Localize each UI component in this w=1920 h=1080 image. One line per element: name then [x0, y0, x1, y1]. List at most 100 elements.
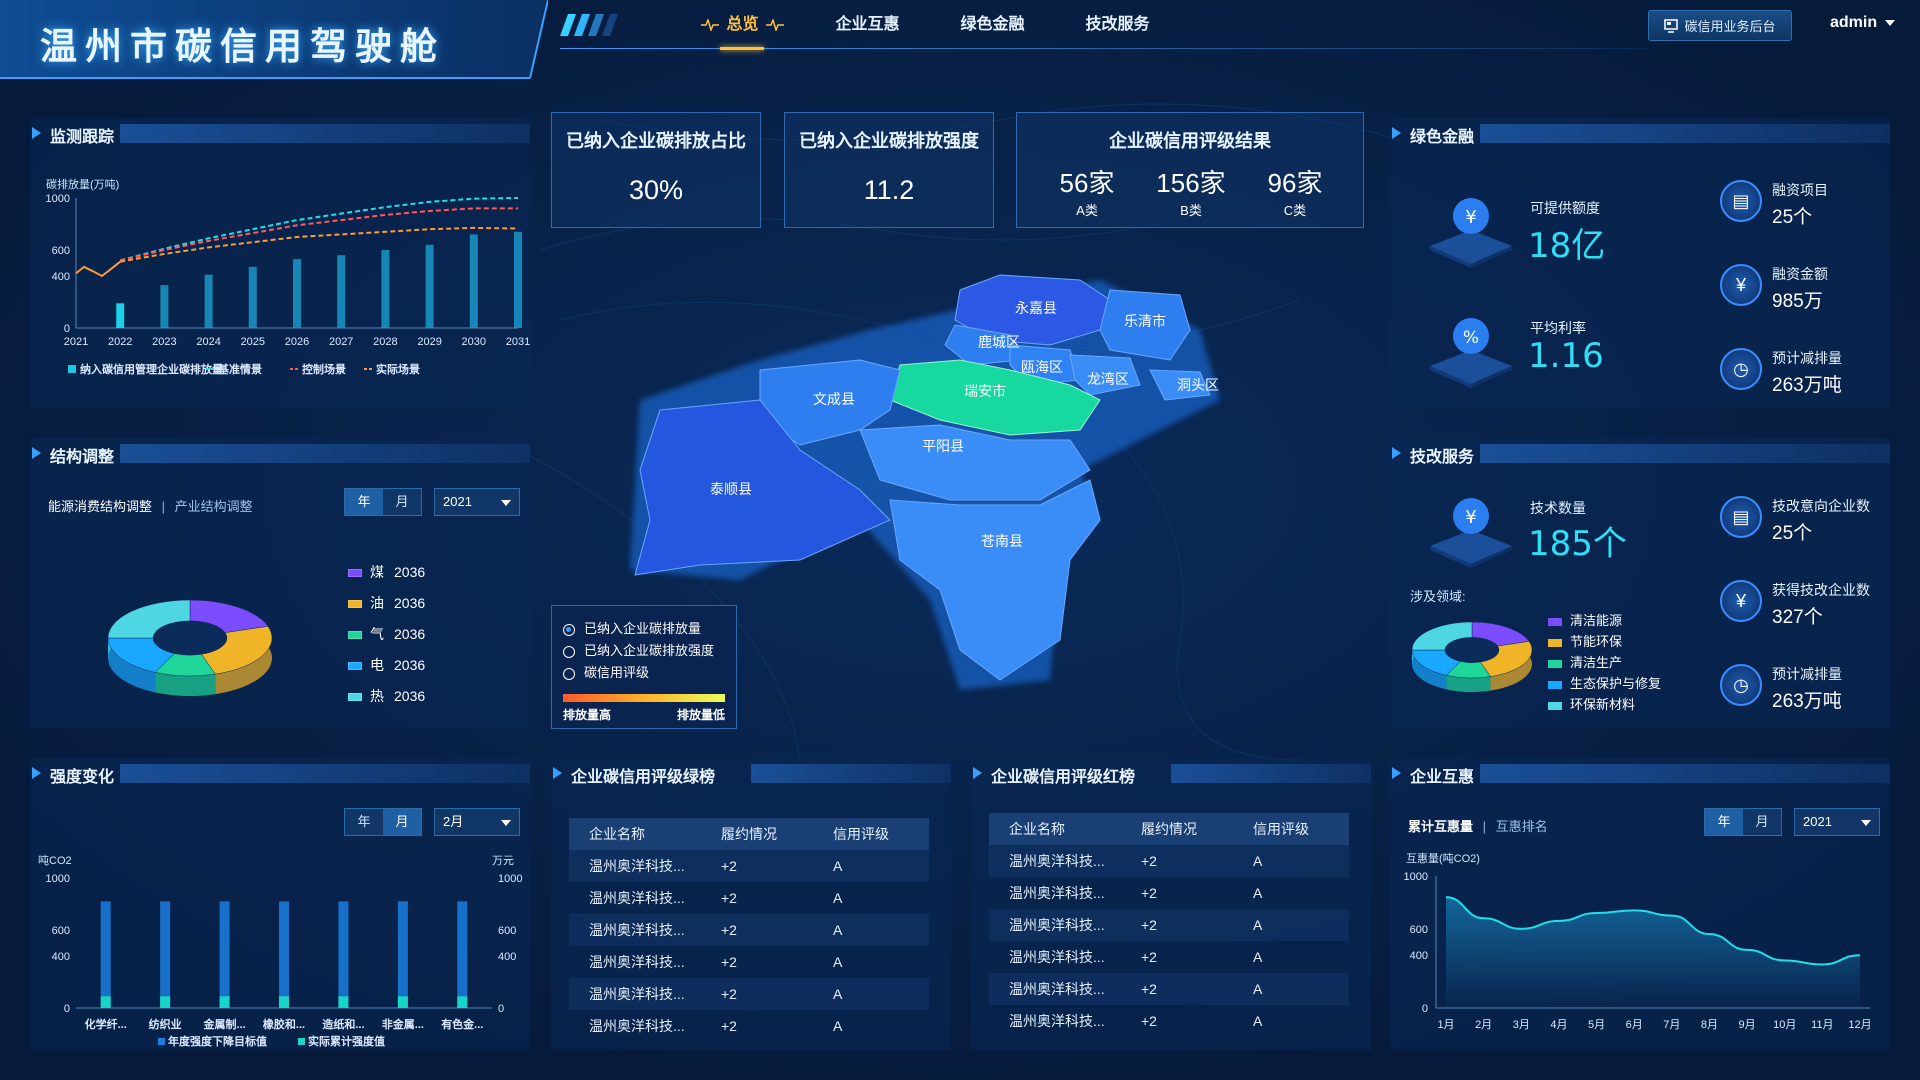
nav-tab-overview[interactable]: 总览 — [680, 0, 805, 50]
map-label: 乐清市 — [1124, 313, 1166, 329]
stat-value: 11.2 — [863, 175, 915, 205]
x-tick-label: 化学纤... — [85, 1017, 127, 1031]
y-tick-label: 0 — [1422, 1003, 1428, 1015]
document-icon: ▤ — [1720, 180, 1762, 222]
panel-title: 企业碳信用评级绿榜 — [571, 769, 716, 786]
legend-label: 年度强度下降目标值 — [168, 1034, 267, 1048]
legend-label: 油 — [370, 595, 384, 611]
tab-industry-structure[interactable]: 产业结构调整 — [175, 499, 253, 514]
toggle-month[interactable]: 月 — [383, 809, 421, 835]
legend-option-label: 已纳入企业碳排放量 — [584, 621, 702, 636]
tab-cumulative[interactable]: 累计互惠量 — [1408, 819, 1473, 834]
toggle-month[interactable]: 月 — [1743, 809, 1781, 835]
red-list-table: 企业名称 履约情况 信用评级 温州奥洋科技... +2 A 温州奥洋科技... +2 A 温… — [989, 813, 1349, 1037]
x-tick-label: 12月 — [1848, 1019, 1871, 1031]
table-row[interactable]: 温州奥洋科技... +2 A — [569, 978, 929, 1010]
emission-bar — [116, 303, 125, 328]
target-bar — [219, 901, 230, 1008]
year-select[interactable]: 2021 — [434, 488, 520, 516]
x-tick-label: 10月 — [1773, 1019, 1796, 1031]
user-menu[interactable]: admin — [1830, 14, 1896, 32]
toggle-year[interactable]: 年 — [345, 489, 383, 515]
x-tick-label: 9月 — [1739, 1019, 1756, 1031]
credit-rating: A — [1253, 917, 1263, 933]
table-row[interactable]: 温州奥洋科技... +2 A — [989, 973, 1349, 1005]
amount-label: 融资金额 — [1772, 266, 1828, 282]
col-header: 企业名称 — [589, 826, 645, 842]
legend-swatch — [348, 631, 362, 640]
nav-tab-enterprise-mutual[interactable]: 企业互惠 — [805, 0, 930, 50]
arrow-icon — [1392, 447, 1401, 459]
fields-legend: 清洁能源 节能环保 清洁生产 生态保护与修复 环保新材料 — [1548, 610, 1661, 715]
backend-button[interactable]: 碳信用业务后台 — [1648, 10, 1792, 41]
table-row[interactable]: 温州奥洋科技... +2 A — [569, 914, 929, 946]
y-tick-label-right: 1000 — [498, 873, 522, 885]
x-tick-label: 非金属... — [382, 1017, 424, 1031]
legend-label: 生态保护与修复 — [1570, 676, 1662, 691]
toggle-year[interactable]: 年 — [345, 809, 383, 835]
performance: +2 — [721, 986, 737, 1002]
performance: +2 — [721, 954, 737, 970]
nav-tab-tech-service[interactable]: 技改服务 — [1055, 0, 1180, 50]
performance: +2 — [1141, 981, 1157, 997]
header: 温州市碳信用驾驶舱 总览 企业互惠 绿色金融 技改服务 碳信用业务后台 admi… — [0, 0, 1920, 80]
arrow-icon — [973, 767, 982, 779]
gradient-low-label: 排放量低 — [676, 708, 725, 722]
nav-tab-green-finance[interactable]: 绿色金融 — [930, 0, 1055, 50]
table-row[interactable]: 温州奥洋科技... +2 A — [569, 946, 929, 978]
arrow-icon — [1392, 767, 1401, 779]
x-tick-label: 2026 — [285, 336, 309, 348]
col-header: 信用评级 — [833, 826, 889, 842]
tab-ranking[interactable]: 互惠排名 — [1496, 819, 1548, 834]
actual-bar — [160, 996, 171, 1008]
pulse-icon — [765, 18, 784, 31]
table-row[interactable]: 温州奥洋科技... +2 A — [989, 941, 1349, 973]
table-row[interactable]: 温州奥洋科技... +2 A — [569, 1010, 929, 1042]
legend-item: 煤 2036 — [348, 562, 425, 593]
x-tick-label: 5月 — [1588, 1019, 1605, 1031]
legend-option-intensity[interactable]: 已纳入企业碳排放强度 — [563, 640, 714, 662]
x-tick-label: 2027 — [329, 336, 353, 348]
col-header: 履约情况 — [1141, 821, 1197, 837]
legend-option-label: 碳信用评级 — [584, 665, 650, 680]
series-line — [120, 226, 519, 263]
structure-panel: 结构调整 能源消费结构调整 | 产业结构调整 年 月 2021 煤 2036 油 20… — [30, 438, 530, 728]
radio-selected — [563, 623, 575, 636]
y-tick-label: 600 — [52, 245, 70, 257]
green-list-panel: 企业碳信用评级绿榜 企业名称 履约情况 信用评级 温州奥洋科技... +2 A 温州奥… — [551, 758, 951, 1050]
table-row[interactable]: 温州奥洋科技... +2 A — [989, 877, 1349, 909]
performance: +2 — [1141, 853, 1157, 869]
table-row[interactable]: 温州奥洋科技... +2 A — [569, 882, 929, 914]
emission-bar — [293, 259, 301, 328]
rating-a: 56家 A类 — [1027, 163, 1147, 219]
toggle-year[interactable]: 年 — [1705, 809, 1743, 835]
x-tick-label: 纺织业 — [149, 1017, 182, 1031]
target-bar — [338, 901, 349, 1008]
month-select[interactable]: 2月 — [434, 808, 520, 836]
table-row[interactable]: 温州奥洋科技... +2 A — [989, 1005, 1349, 1037]
header-bar — [1480, 764, 1890, 783]
tech-reduction-value: 263万吨 — [1772, 691, 1842, 712]
target-bar — [160, 901, 171, 1008]
credit-value: 18亿 — [1528, 226, 1606, 266]
x-tick-label: 4月 — [1550, 1019, 1567, 1031]
legend-label: 纳入碳信用管理企业碳排放量 — [80, 362, 223, 376]
toggle-month[interactable]: 月 — [383, 489, 421, 515]
legend-option-emission[interactable]: 已纳入企业碳排放量 — [563, 618, 714, 640]
legend-year: 2036 — [394, 657, 426, 673]
arrow-icon — [1392, 127, 1401, 139]
table-header-row: 企业名称 履约情况 信用评级 — [989, 813, 1349, 845]
y-tick-label: 0 — [64, 1003, 70, 1015]
legend-option-rating[interactable]: 碳信用评级 — [563, 662, 714, 684]
table-row[interactable]: 温州奥洋科技... +2 A — [989, 909, 1349, 941]
table-row[interactable]: 温州奥洋科技... +2 A — [569, 850, 929, 882]
panel-title: 强度变化 — [50, 769, 115, 786]
tab-energy-structure[interactable]: 能源消费结构调整 — [48, 499, 152, 514]
x-tick-label: 11月 — [1811, 1019, 1833, 1031]
period-toggle: 年 月 — [344, 808, 422, 836]
table-row[interactable]: 温州奥洋科技... +2 A — [989, 845, 1349, 877]
actual-bar — [279, 996, 289, 1008]
year-select[interactable]: 2021 — [1794, 808, 1880, 836]
x-tick-label: 7月 — [1663, 1019, 1680, 1031]
legend-year: 2036 — [394, 688, 426, 704]
